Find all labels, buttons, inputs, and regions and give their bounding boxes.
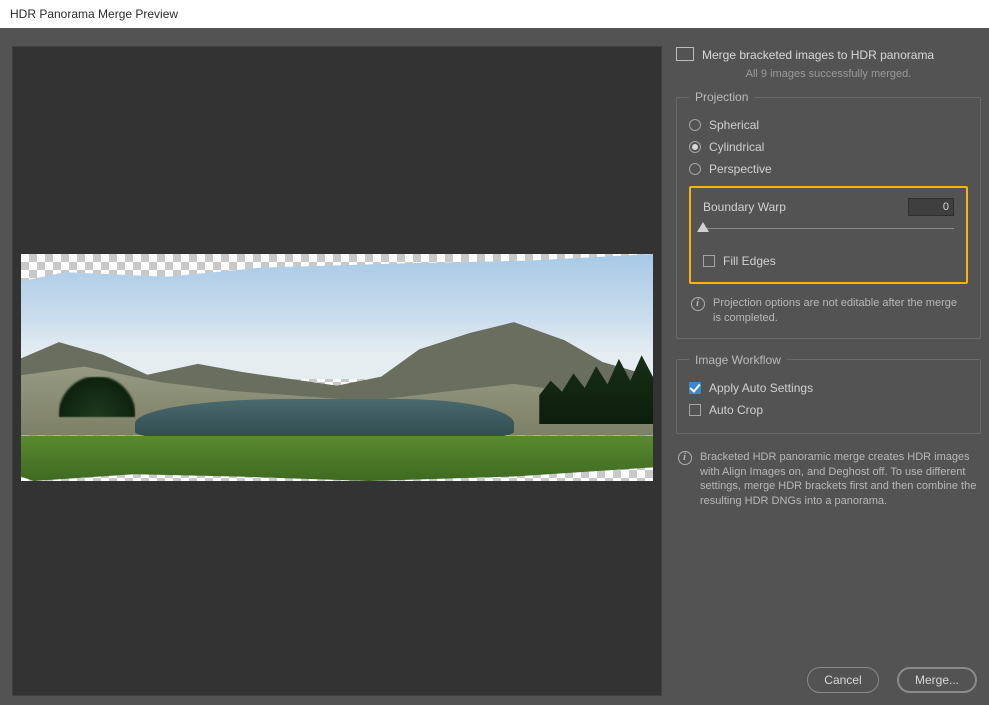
projection-cylindrical-radio[interactable]: Cylindrical [689, 136, 968, 158]
checkbox-icon [703, 255, 715, 267]
image-stack-icon [678, 49, 694, 61]
merge-button[interactable]: Merge... [897, 667, 977, 693]
panorama-preview-image [21, 254, 653, 481]
projection-perspective-radio[interactable]: Perspective [689, 158, 968, 180]
radio-icon [689, 163, 701, 175]
workflow-note-text: Bracketed HDR panoramic merge creates HD… [700, 450, 979, 509]
projection-option-label: Spherical [709, 118, 759, 132]
checkbox-icon [689, 382, 701, 394]
projection-option-label: Perspective [709, 162, 772, 176]
transparency-checker [21, 254, 653, 481]
dialog-body: Merge bracketed images to HDR panorama A… [0, 28, 989, 705]
boundary-warp-slider[interactable] [703, 222, 954, 236]
boundary-warp-highlight: Boundary Warp Fill Edges [689, 186, 968, 284]
window-title: HDR Panorama Merge Preview [0, 0, 989, 28]
merge-header: Merge bracketed images to HDR panorama [676, 46, 981, 66]
auto-crop-checkbox[interactable]: Auto Crop [689, 399, 968, 421]
dialog-footer: Cancel Merge... [807, 667, 977, 693]
auto-crop-label: Auto Crop [709, 403, 763, 417]
projection-note: Projection options are not editable afte… [689, 294, 968, 326]
slider-thumb-icon [697, 222, 709, 232]
radio-icon [689, 141, 701, 153]
workflow-note: Bracketed HDR panoramic merge creates HD… [676, 448, 981, 509]
apply-auto-settings-checkbox[interactable]: Apply Auto Settings [689, 377, 968, 399]
projection-group: Projection Spherical Cylindrical Perspec… [676, 90, 981, 339]
merge-header-text: Merge bracketed images to HDR panorama [702, 48, 934, 62]
info-icon [691, 297, 705, 311]
apply-auto-settings-label: Apply Auto Settings [709, 381, 813, 395]
merge-status-text: All 9 images successfully merged. [676, 66, 981, 90]
boundary-warp-value-input[interactable] [908, 198, 954, 216]
projection-option-label: Cylindrical [709, 140, 764, 154]
workflow-legend: Image Workflow [689, 353, 787, 367]
preview-pane [12, 46, 662, 696]
fill-edges-label: Fill Edges [723, 254, 776, 268]
checkbox-icon [689, 404, 701, 416]
boundary-warp-label: Boundary Warp [703, 200, 786, 214]
projection-legend: Projection [689, 90, 754, 104]
projection-spherical-radio[interactable]: Spherical [689, 114, 968, 136]
settings-panel: Merge bracketed images to HDR panorama A… [676, 46, 981, 509]
cancel-button[interactable]: Cancel [807, 667, 879, 693]
info-icon [678, 451, 692, 465]
radio-icon [689, 119, 701, 131]
projection-note-text: Projection options are not editable afte… [713, 296, 966, 326]
fill-edges-checkbox[interactable]: Fill Edges [703, 250, 954, 272]
image-workflow-group: Image Workflow Apply Auto Settings Auto … [676, 353, 981, 434]
